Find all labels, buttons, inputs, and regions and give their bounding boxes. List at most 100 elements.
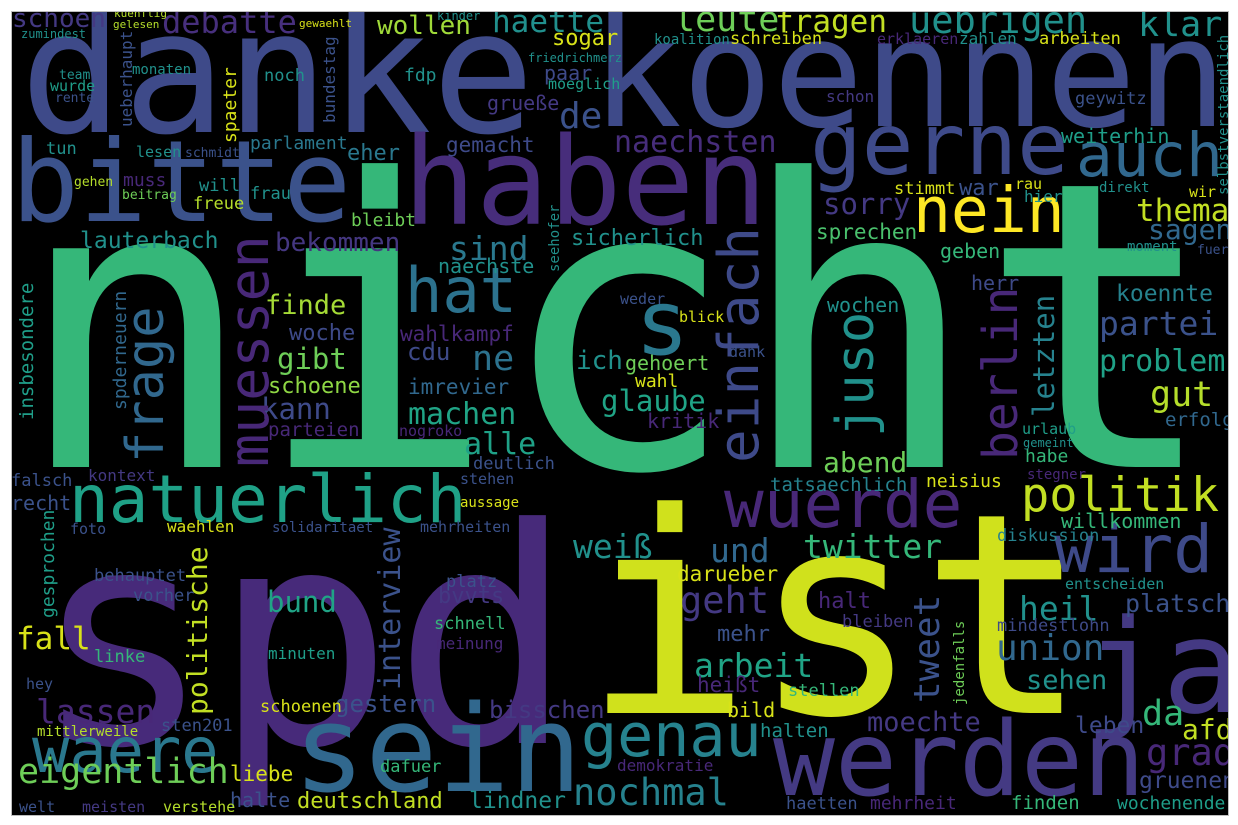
word-180: tun [46,139,77,159]
word-184: will [199,176,240,196]
word-144: gesprochen [38,509,59,618]
word-171: selbstverstaendlich [1216,34,1232,195]
word-154: liebe [230,762,294,786]
word-169: aussage [460,495,520,511]
word-182: schmidt [185,146,240,161]
word-162: minuten [268,644,336,663]
word-165: waehlen [167,517,235,536]
word-179: rente [55,91,95,106]
word-190: monaten [132,62,192,78]
word-62: jedenfalls [952,620,968,705]
word-198: rau [1015,175,1043,193]
word-30: platsch [1125,589,1231,618]
word-135: kontext [88,466,156,485]
word-86: partei [1099,304,1219,343]
word-54: mindestlohn [997,616,1110,636]
word-104: gemacht [446,133,535,157]
word-167: foto [70,520,107,538]
word-57: habe [1025,446,1069,467]
word-158: verstehe [163,798,236,816]
word-cloud-words: nicht spd ist danke koennen bitte haben gerne au… [11,5,1236,816]
word-39: leben [1075,713,1145,739]
word-155: halte [230,788,291,812]
word-89: geben [940,239,1001,263]
word-131: nogroko [399,422,463,440]
word-93: gehoert [625,351,710,375]
word-151: sten201 [161,716,233,736]
word-205: seehofer [547,204,563,272]
word-145: bund [267,585,337,619]
word-73: schon [826,87,875,106]
word-81: weiterhin [1061,124,1170,148]
word-80: sicherlich [571,226,704,251]
word-195: fuer [1197,243,1229,258]
word-40: moechte [867,707,981,738]
word-128: spaeter [220,67,241,143]
word-31: union [996,628,1105,669]
word-196: wir [1189,183,1217,201]
word-134: falsch [11,471,73,491]
word-152: mittlerweile [37,724,139,740]
word-129: bundestag [320,36,339,123]
word-189: gehen [74,175,114,190]
word-70: erklaeren [877,30,959,48]
word-116: cdu [407,338,451,366]
word-140: behauptet [94,566,187,586]
word-137: fall [16,621,91,657]
word-63: tweet [907,594,948,703]
word-208: gewaehlt [299,17,352,30]
word-157: lindner [469,788,566,814]
word-143: interview [373,527,408,690]
word-32: sehen [1026,665,1108,696]
word-200: blick [679,308,725,326]
word-67: klar [1138,5,1223,45]
word-112: gibt [277,342,347,376]
word-106: bekommen [275,228,401,258]
word-126: spderneuern [110,290,131,410]
word-127: ueberhaupt [117,30,136,127]
word-28: tatsaechlich [770,474,908,496]
word-105: lauterbach [80,228,219,254]
word-100: grueße [487,91,560,115]
word-185: frau [250,184,291,204]
word-36: gruenen [1139,768,1236,794]
word-45: bleiben [842,612,914,632]
word-206: gelesen [113,18,160,31]
word-123: berlin [973,286,1029,460]
word-125: insbesondere [16,282,38,420]
word-130: parteien [268,419,360,441]
word-147: schnell [434,614,506,634]
word-47: heißt [697,673,761,697]
word-197: direkt [1099,180,1150,196]
word-204: gemeint [1023,436,1074,450]
word-49: mehrheit [870,793,957,814]
word-82: sprechen [816,220,918,244]
word-202: wahl [635,371,679,392]
word-72: arbeiten [1039,29,1121,49]
word-108: naechste [438,254,535,278]
word-103: eher [347,141,400,166]
word-201: dank [729,343,766,361]
word-41: halten [760,720,829,742]
word-87: problem [1099,344,1226,379]
word-74: geywitz [1075,89,1147,109]
word-60: weiß [573,527,653,566]
word-48: bild [727,698,776,722]
word-173: paar [544,61,593,85]
word-50: haetten [786,794,858,814]
word-59: neisius [926,471,1002,492]
word-139: linke [94,647,146,667]
word-194: moment [1127,239,1178,255]
word-124: letzten [1027,294,1061,417]
word-51: demokratie [617,756,714,775]
word-79: naechsten [614,125,777,160]
word-88: gut [1150,375,1214,415]
word-159: meisten [82,798,146,816]
word-42: darueber [677,562,779,586]
word-76: war [959,176,999,201]
word-102: parlament [250,133,348,154]
word-207: zumindest [21,27,87,41]
word-69: schreiben [730,29,823,49]
word-176: noch [264,66,305,86]
word-37: wochenende [1117,793,1226,814]
